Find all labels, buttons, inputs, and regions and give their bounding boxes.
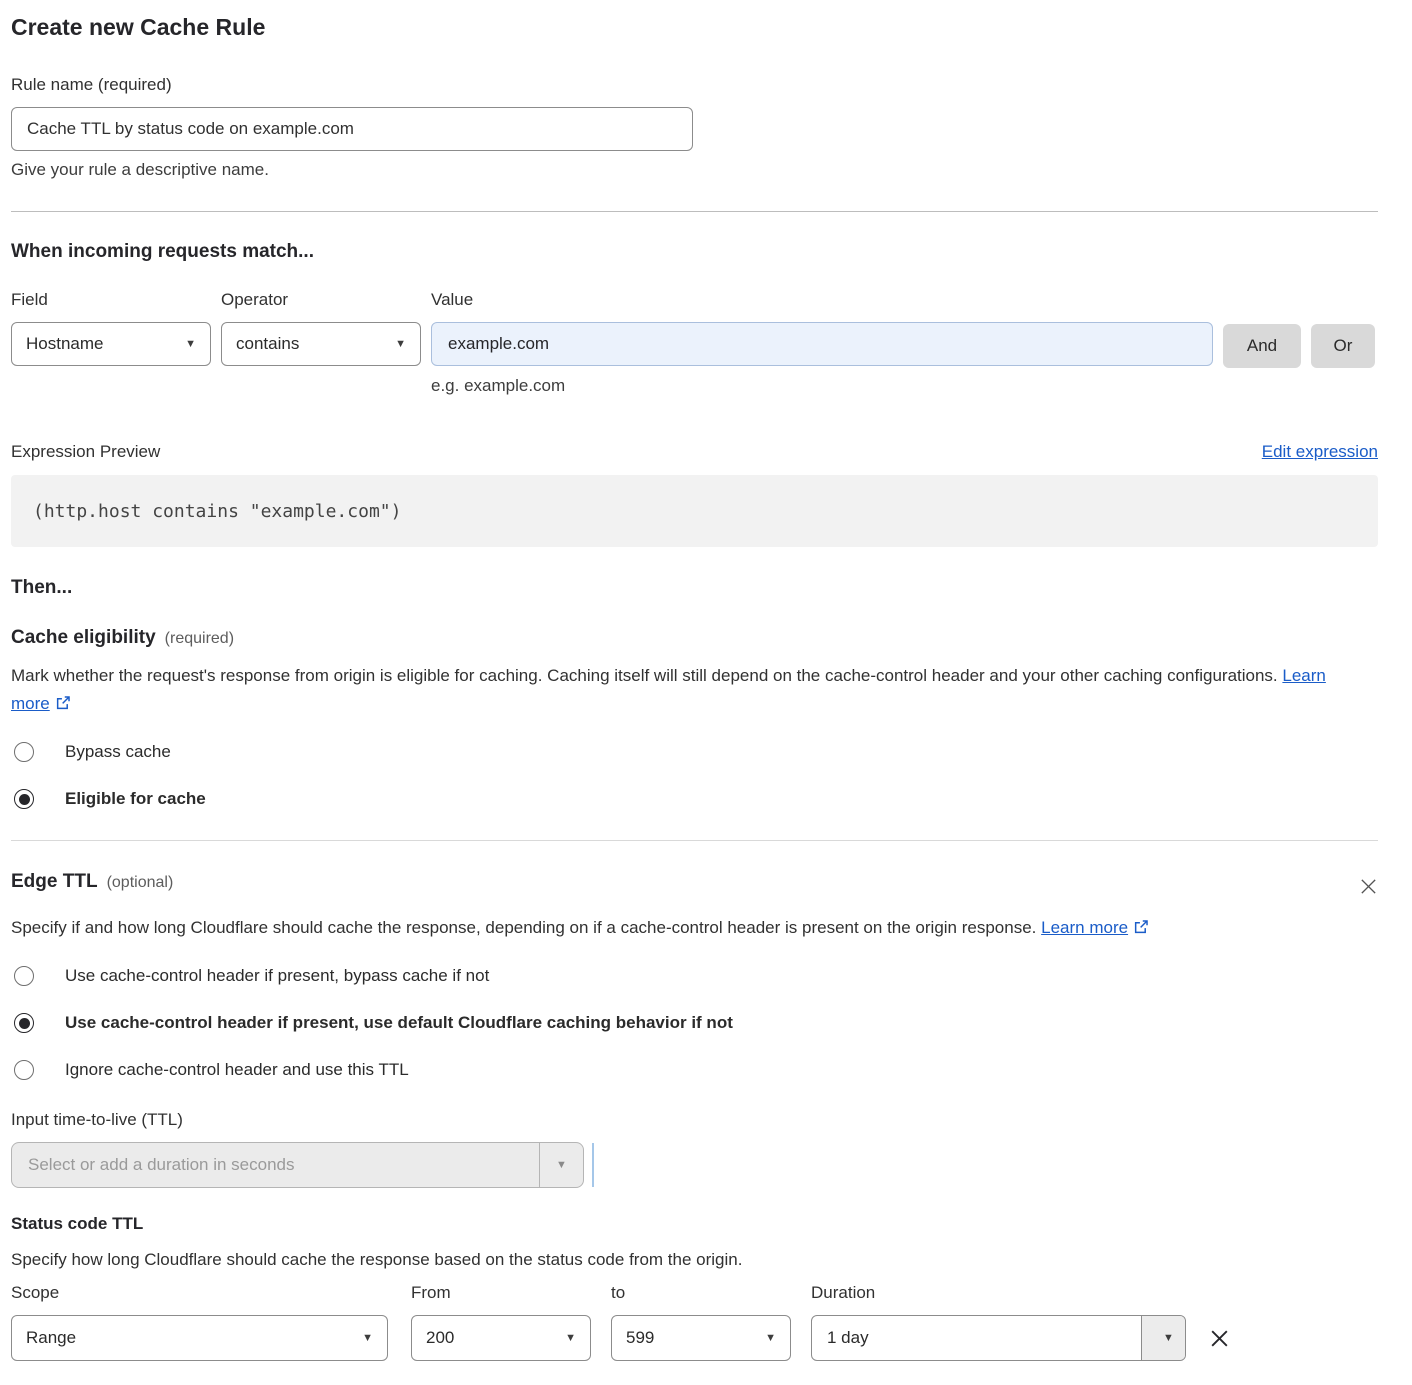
radio-label: Bypass cache (65, 742, 171, 762)
edge-ttl-options: Use cache-control header if present, byp… (11, 966, 1378, 1080)
scope-label: Scope (11, 1283, 388, 1303)
radio-icon (14, 789, 34, 809)
ttl-input-block: Input time-to-live (TTL) Select or add a… (11, 1110, 1378, 1188)
duration-select[interactable]: 1 day ▼ (811, 1315, 1186, 1361)
radio-ignore-header[interactable]: Ignore cache-control header and use this… (11, 1060, 1378, 1080)
expression-code: (http.host contains "example.com") (33, 501, 401, 522)
rule-name-help: Give your rule a descriptive name. (11, 160, 1378, 180)
close-icon[interactable] (1359, 877, 1378, 901)
chevron-down-icon: ▼ (395, 338, 406, 350)
rule-name-label: Rule name (required) (11, 75, 1378, 95)
radio-icon (14, 1013, 34, 1033)
to-label: to (611, 1283, 791, 1303)
edge-ttl-learn-more-link[interactable]: Learn more (1041, 918, 1128, 937)
ttl-duration-placeholder: Select or add a duration in seconds (12, 1143, 539, 1187)
operator-select[interactable]: contains ▼ (221, 322, 421, 366)
duration-select-value: 1 day (812, 1316, 1141, 1360)
value-label: Value (431, 290, 1213, 310)
value-hint: e.g. example.com (431, 376, 1213, 396)
operator-column: Operator contains ▼ (221, 290, 421, 396)
chevron-down-icon: ▼ (185, 338, 196, 350)
then-heading: Then... (11, 577, 1378, 599)
field-select-value: Hostname (26, 334, 103, 354)
chevron-down-icon: ▼ (765, 1332, 776, 1344)
edge-ttl-title: Edge TTL (11, 871, 98, 893)
cache-eligibility-title: Cache eligibility (11, 627, 156, 649)
external-link-icon (55, 692, 72, 720)
rule-name-input[interactable] (11, 107, 693, 151)
value-column: Value e.g. example.com (431, 290, 1213, 396)
or-button[interactable]: Or (1311, 324, 1375, 368)
text-cursor (592, 1143, 594, 1187)
field-label: Field (11, 290, 211, 310)
radio-icon (14, 966, 34, 986)
operator-select-value: contains (236, 334, 299, 354)
edge-ttl-header: Edge TTL (optional) (11, 871, 1378, 901)
match-condition-row: Field Hostname ▼ Operator contains ▼ Val… (11, 290, 1378, 396)
chevron-down-icon: ▼ (539, 1143, 583, 1187)
edit-expression-link[interactable]: Edit expression (1262, 442, 1378, 462)
edge-ttl-description: Specify if and how long Cloudflare shoul… (11, 914, 1351, 944)
to-select-value: 599 (626, 1328, 654, 1348)
ttl-duration-select[interactable]: Select or add a duration in seconds ▼ (11, 1142, 584, 1188)
divider (11, 840, 1378, 841)
value-input[interactable] (431, 322, 1213, 366)
from-column: From 200 ▼ (411, 1283, 591, 1361)
radio-bypass-cache[interactable]: Bypass cache (11, 742, 1378, 762)
to-column: to 599 ▼ (611, 1283, 791, 1361)
page-title: Create new Cache Rule (11, 14, 1378, 41)
create-cache-rule-form: Create new Cache Rule Rule name (require… (0, 0, 1412, 1385)
chevron-down-icon: ▼ (565, 1332, 576, 1344)
external-link-icon (1133, 916, 1150, 944)
radio-icon (14, 1060, 34, 1080)
edge-ttl-title-group: Edge TTL (optional) (11, 871, 173, 893)
rule-name-block: Rule name (required) Give your rule a de… (11, 75, 1378, 180)
expression-preview-header: Expression Preview Edit expression (11, 442, 1378, 462)
radio-label: Use cache-control header if present, byp… (65, 966, 489, 986)
radio-use-header-bypass[interactable]: Use cache-control header if present, byp… (11, 966, 1378, 986)
duration-label: Duration (811, 1283, 1186, 1303)
and-button[interactable]: And (1223, 324, 1301, 368)
scope-select-value: Range (26, 1328, 76, 1348)
expression-preview-label: Expression Preview (11, 442, 160, 462)
from-label: From (411, 1283, 591, 1303)
edge-ttl-description-text: Specify if and how long Cloudflare shoul… (11, 918, 1036, 937)
cache-eligibility-description-text: Mark whether the request's response from… (11, 666, 1278, 685)
status-code-ttl-title: Status code TTL (11, 1214, 1378, 1234)
status-code-ttl-description: Specify how long Cloudflare should cache… (11, 1250, 1378, 1270)
field-column: Field Hostname ▼ (11, 290, 211, 396)
cache-eligibility-description: Mark whether the request's response from… (11, 662, 1351, 720)
from-select-value: 200 (426, 1328, 454, 1348)
cache-eligibility-qualifier: (required) (165, 630, 234, 648)
cache-eligibility-options: Bypass cache Eligible for cache (11, 742, 1378, 809)
chevron-down-icon: ▼ (1141, 1316, 1185, 1360)
scope-select[interactable]: Range ▼ (11, 1315, 388, 1361)
radio-label: Ignore cache-control header and use this… (65, 1060, 409, 1080)
chevron-down-icon: ▼ (362, 1332, 373, 1344)
expression-code-block: (http.host contains "example.com") (11, 475, 1378, 547)
radio-eligible-for-cache[interactable]: Eligible for cache (11, 789, 1378, 809)
radio-label: Eligible for cache (65, 789, 206, 809)
scope-column: Scope Range ▼ (11, 1283, 388, 1361)
radio-icon (14, 742, 34, 762)
operator-label: Operator (221, 290, 421, 310)
from-select[interactable]: 200 ▼ (411, 1315, 591, 1361)
match-heading: When incoming requests match... (11, 241, 1378, 263)
field-select[interactable]: Hostname ▼ (11, 322, 211, 366)
ttl-select-row: Select or add a duration in seconds ▼ (11, 1142, 1378, 1188)
duration-column: Duration 1 day ▼ (811, 1283, 1186, 1361)
radio-label: Use cache-control header if present, use… (65, 1013, 733, 1033)
radio-use-header-default[interactable]: Use cache-control header if present, use… (11, 1013, 1378, 1033)
ttl-input-label: Input time-to-live (TTL) (11, 1110, 1378, 1130)
status-code-ttl-row: Scope Range ▼ From 200 ▼ to 599 ▼ Durati… (11, 1283, 1378, 1361)
cache-eligibility-header: Cache eligibility (required) (11, 627, 1378, 649)
divider (11, 211, 1378, 212)
to-select[interactable]: 599 ▼ (611, 1315, 791, 1361)
delete-row-icon[interactable] (1208, 1327, 1231, 1355)
edge-ttl-qualifier: (optional) (107, 874, 174, 892)
